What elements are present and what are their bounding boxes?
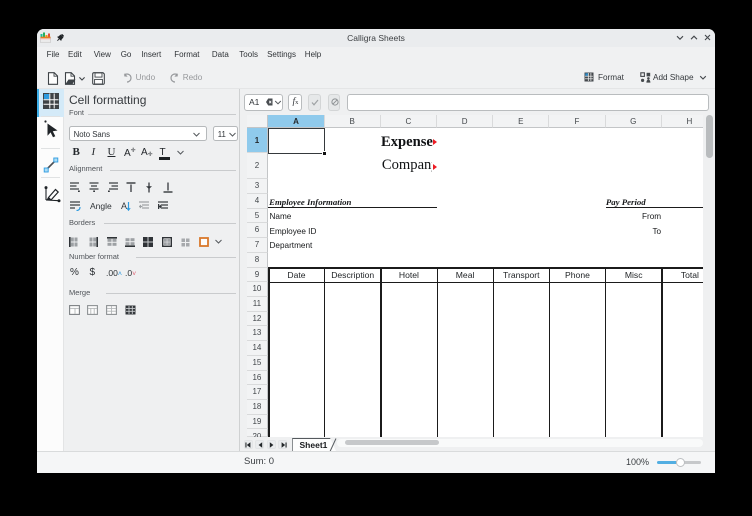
svg-text:A: A — [121, 201, 127, 211]
